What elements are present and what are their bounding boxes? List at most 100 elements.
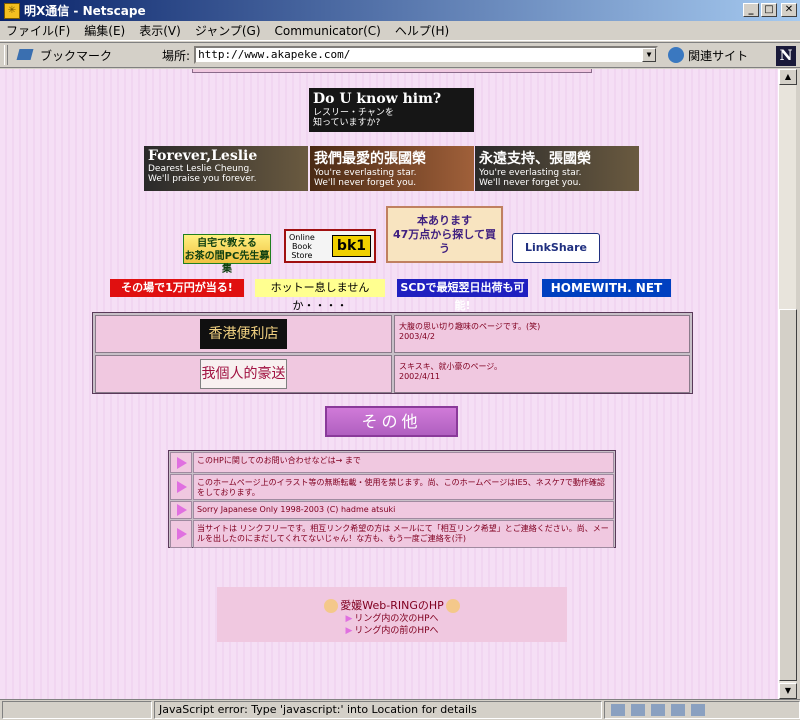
bk1-logo: bk1 (331, 235, 371, 257)
shop-logo-cell: 我個人的豪送 (95, 355, 392, 393)
related-sites-button[interactable]: 関連サイト (668, 47, 748, 64)
contact-text[interactable]: このHPに関してのお問い合わせなどは→ まで (193, 452, 614, 473)
banner-line: We'll never forget you. (479, 178, 582, 188)
table-row: このHPに関してのお問い合わせなどは→ まで (170, 452, 614, 473)
arrow-icon (170, 474, 192, 500)
url-text: http://www.akapeke.com/ (198, 48, 351, 61)
url-input[interactable]: http://www.akapeke.com/ ▼ (194, 46, 659, 64)
web-ring-box: 愛媛Web-RINGのHP リング内の次のHPへ リング内の前のHPへ (217, 587, 567, 642)
flower-icon (445, 599, 460, 613)
scroll-thumb[interactable] (779, 309, 797, 681)
table-row: 香港便利店 大腹の思い切り趣味のページです。(笑) 2003/4/2 (95, 315, 690, 353)
other-button[interactable]: その他 (325, 406, 458, 437)
web-ring-title-row: 愛媛Web-RINGのHP (217, 597, 567, 613)
menu-go[interactable]: ジャンプ(G) (195, 22, 261, 39)
relax-ad[interactable]: ホットー息しませんか・・・・ (255, 279, 385, 312)
menu-bar: ファイル(F) 編集(E) 表示(V) ジャンプ(G) Communicator… (0, 21, 800, 41)
table-row: このホームページ上のイラスト等の無断転載・使用を禁じます。尚、このホームページは… (170, 474, 614, 500)
window-titlebar: ✳ 明X通信 - Netscape _ □ ✕ (0, 0, 800, 21)
shop-logo-cell: 香港便利店 (95, 315, 392, 353)
page-viewport: Do U know him? レスリー・チャンを 知っていますか? Foreve… (0, 69, 778, 699)
menu-help[interactable]: ヘルプ(H) (395, 22, 449, 39)
bookmarks-icon[interactable] (16, 47, 36, 63)
table-row: Sorry Japanese Only 1998-2003 (C) hadme … (170, 501, 614, 519)
prize-ad[interactable]: その場で1万円が当る! (110, 279, 244, 297)
pc-teacher-ad[interactable]: 自宅で教える お茶の間PC先生募集 (183, 234, 271, 275)
mail-icon[interactable] (631, 704, 645, 716)
flower-icon (324, 599, 339, 613)
globe-icon (668, 47, 685, 63)
arrow-icon (170, 501, 192, 519)
minimize-button[interactable]: _ (743, 3, 759, 17)
bookmarks-button[interactable]: ブックマーク (40, 47, 112, 64)
status-text: JavaScript error: Type 'javascript:' int… (154, 701, 602, 719)
url-dropdown-button[interactable]: ▼ (642, 48, 657, 62)
window-title: 明X通信 - Netscape (24, 4, 146, 18)
web-ring-title[interactable]: 愛媛Web-RINGのHP (340, 599, 444, 612)
banner-title: 我們最愛的張國榮 (314, 151, 426, 167)
hongkong-shop-logo[interactable]: 香港便利店 (200, 319, 287, 349)
netscape-logo[interactable]: N (776, 46, 796, 66)
ad-text: 47万点から探して買う (393, 228, 496, 255)
forever-leslie-banner[interactable]: Forever,Leslie Dearest Leslie Cheung. We… (144, 146, 308, 191)
beloved-leslie-banner[interactable]: 我們最愛的張國榮 You're everlasting star. We'll … (310, 146, 474, 191)
book-search-ad[interactable]: 本あります 47万点から探して買う (386, 206, 503, 263)
ring-prev-link[interactable]: リング内の前のHPへ (217, 625, 567, 637)
shop-description: スキスキ、就小豪のページ。 (399, 362, 503, 371)
ad-text: 自宅で教える (197, 238, 257, 249)
dou-title: Do U know him? (313, 91, 442, 107)
scroll-down-button[interactable]: ▼ (779, 683, 797, 699)
ring-next-link[interactable]: リング内の次のHPへ (217, 613, 567, 625)
status-bar: JavaScript error: Type 'javascript:' int… (0, 699, 800, 720)
scd-shipping-ad[interactable]: SCDで最短翌日出荷も可能! (397, 279, 528, 312)
top-table-edge (192, 69, 592, 73)
location-toolbar: ブックマーク 場所: http://www.akapeke.com/ ▼ 関連サ… (0, 42, 800, 68)
banner-title: Forever,Leslie (148, 148, 258, 164)
shop-links-table: 香港便利店 大腹の思い切り趣味のページです。(笑) 2003/4/2 我個人的豪… (92, 312, 693, 394)
component-bar (604, 701, 800, 719)
shop-desc-cell: 大腹の思い切り趣味のページです。(笑) 2003/4/2 (394, 315, 690, 353)
shop-date: 2002/4/11 (399, 372, 441, 381)
japanese-only-note: Sorry Japanese Only 1998-2003 (C) hadme … (193, 501, 614, 519)
menu-communicator[interactable]: Communicator(C) (275, 24, 381, 38)
copyright-notice: このホームページ上のイラスト等の無断転載・使用を禁じます。尚、このホームページは… (193, 474, 614, 500)
banner-line: You're everlasting star. (479, 168, 582, 178)
banner-title: 永遠支持、張國榮 (479, 151, 591, 167)
news-icon[interactable] (651, 704, 665, 716)
netscape-app-icon: ✳ (4, 2, 20, 19)
table-row: 当サイトは リンクフリーです。相互リンク希望の方は メールにて「相互リンク希望」… (170, 520, 614, 548)
navigator-icon[interactable] (611, 704, 625, 716)
toolbar-grip[interactable] (4, 45, 8, 65)
banner-line: We'll never forget you. (314, 178, 417, 188)
link-free-note: 当サイトは リンクフリーです。相互リンク希望の方は メールにて「相互リンク希望」… (193, 520, 614, 548)
close-button[interactable]: ✕ (781, 3, 797, 17)
ad-text: Online Book Store (289, 232, 315, 260)
arrow-icon (170, 520, 192, 548)
security-status-area[interactable] (2, 701, 152, 719)
menu-file[interactable]: ファイル(F) (6, 22, 70, 39)
site-info-table: このHPに関してのお問い合わせなどは→ まで このホームページ上のイラスト等の無… (168, 450, 616, 548)
location-label: 場所: (162, 48, 191, 63)
vertical-scrollbar[interactable]: ▲ ▼ (778, 69, 797, 699)
composer-icon[interactable] (671, 704, 685, 716)
eternal-support-banner[interactable]: 永遠支持、張國榮 You're everlasting star. We'll … (475, 146, 639, 191)
linkshare-ad[interactable]: LinkShare (512, 233, 600, 263)
dou-subtitle: レスリー・チャンを 知っていますか? (313, 108, 394, 128)
shop-desc-cell: スキスキ、就小豪のページ。 2002/4/11 (394, 355, 690, 393)
table-row: 我個人的豪送 スキスキ、就小豪のページ。 2002/4/11 (95, 355, 690, 393)
aim-icon[interactable] (691, 704, 705, 716)
arrow-icon (170, 452, 192, 473)
banner-line: We'll praise you forever. (148, 174, 257, 184)
scroll-up-button[interactable]: ▲ (779, 69, 797, 85)
bk1-bookstore-ad[interactable]: Online Book Store bk1 (284, 229, 376, 263)
homewith-ad[interactable]: HOMEWITH. NET (542, 279, 671, 297)
shop-description: 大腹の思い切り趣味のページです。(笑) (399, 322, 541, 331)
personal-shop-logo[interactable]: 我個人的豪送 (200, 359, 287, 389)
related-sites-label: 関連サイト (688, 48, 749, 63)
shop-date: 2003/4/2 (399, 332, 435, 341)
menu-view[interactable]: 表示(V) (139, 22, 181, 39)
banner-line: Dearest Leslie Cheung. (148, 164, 253, 174)
do-u-know-him-banner[interactable]: Do U know him? レスリー・チャンを 知っていますか? (309, 88, 474, 132)
menu-edit[interactable]: 編集(E) (84, 22, 125, 39)
maximize-button[interactable]: □ (761, 3, 777, 17)
